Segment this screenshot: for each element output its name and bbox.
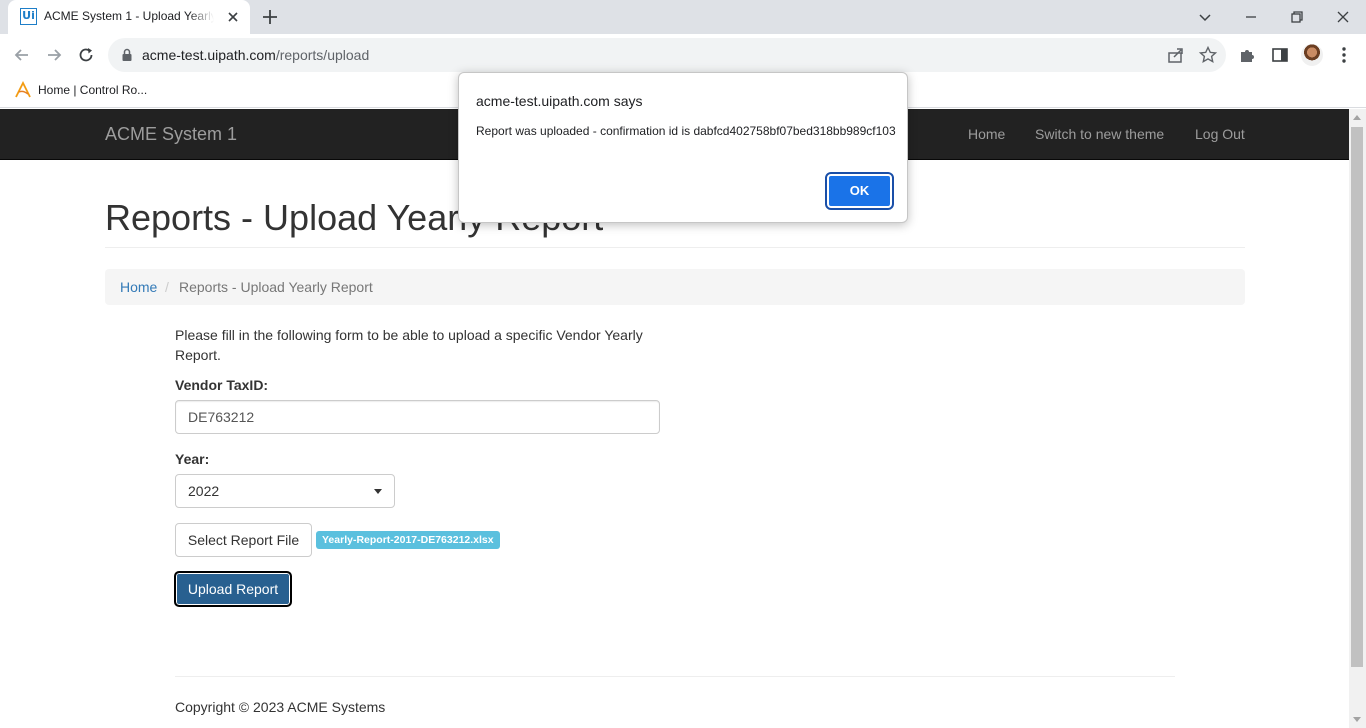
bookmark-home-control-room[interactable]: Home | Control Ro... — [38, 83, 147, 97]
control-room-bookmark-icon — [15, 81, 31, 98]
form-intro-text: Please fill in the following form to be … — [175, 327, 643, 363]
breadcrumb: Home / Reports - Upload Yearly Report — [105, 269, 1245, 305]
close-window-icon[interactable] — [1332, 6, 1354, 28]
url-text[interactable]: acme-test.uipath.com/reports/upload — [142, 47, 369, 63]
footer-divider — [175, 676, 1175, 677]
footer-copyright: Copyright © 2023 ACME Systems — [175, 699, 386, 715]
scrollbar-thumb[interactable] — [1351, 127, 1363, 667]
upload-report-button[interactable]: Upload Report — [174, 571, 292, 607]
year-selected-value: 2022 — [188, 483, 220, 499]
select-report-file-button[interactable]: Select Report File — [175, 523, 312, 557]
title-divider — [105, 247, 1245, 248]
restore-icon[interactable] — [1286, 6, 1308, 28]
browser-tabstrip: Ui ACME System 1 - Upload Yearly Report — [0, 0, 1366, 34]
navbar-brand[interactable]: ACME System 1 — [105, 124, 237, 145]
scroll-up-arrow-icon[interactable] — [1353, 115, 1361, 120]
browser-toolbar: acme-test.uipath.com/reports/upload — [0, 34, 1366, 76]
share-icon[interactable] — [1166, 45, 1186, 65]
new-tab-icon[interactable] — [259, 6, 281, 28]
profile-avatar[interactable] — [1301, 44, 1323, 66]
caret-down-icon — [374, 489, 382, 494]
scroll-down-arrow-icon[interactable] — [1353, 717, 1361, 722]
breadcrumb-separator: / — [165, 279, 169, 295]
nav-link-home[interactable]: Home — [968, 126, 1005, 142]
browser-tab[interactable]: Ui ACME System 1 - Upload Yearly Report — [8, 0, 250, 34]
breadcrumb-home-link[interactable]: Home — [120, 279, 157, 295]
dialog-message: Report was uploaded - confirmation id is… — [476, 124, 896, 138]
nav-link-logout[interactable]: Log Out — [1195, 126, 1245, 142]
tab-search-chevron-icon[interactable] — [1194, 6, 1216, 28]
address-bar[interactable]: acme-test.uipath.com/reports/upload — [108, 38, 1226, 72]
minimize-icon[interactable] — [1240, 6, 1262, 28]
url-host: acme-test.uipath.com — [142, 47, 276, 63]
nav-link-switch-theme[interactable]: Switch to new theme — [1035, 126, 1164, 142]
back-arrow-icon[interactable] — [11, 44, 33, 66]
breadcrumb-current: Reports - Upload Yearly Report — [179, 279, 373, 295]
vendor-taxid-input[interactable]: DE763212 — [175, 400, 660, 434]
url-path: /reports/upload — [275, 47, 370, 63]
alert-dialog: acme-test.uipath.com says Report was upl… — [458, 72, 908, 223]
reload-icon[interactable] — [75, 44, 97, 66]
side-panel-icon[interactable] — [1269, 44, 1291, 66]
uipath-favicon-icon: Ui — [20, 8, 37, 25]
more-menu-icon[interactable] — [1333, 44, 1355, 66]
extensions-puzzle-icon[interactable] — [1237, 44, 1259, 66]
close-tab-icon[interactable] — [224, 8, 242, 26]
page-scrollbar[interactable] — [1349, 109, 1366, 728]
vendor-taxid-label: Vendor TaxID: — [175, 377, 269, 393]
dialog-ok-button[interactable]: OK — [825, 172, 894, 210]
forward-arrow-icon[interactable] — [43, 44, 65, 66]
lock-icon[interactable] — [120, 48, 134, 62]
tab-title: ACME System 1 - Upload Yearly Report — [44, 9, 214, 23]
selected-file-badge: Yearly-Report-2017-DE763212.xlsx — [316, 531, 500, 549]
year-select[interactable]: 2022 — [175, 474, 395, 508]
dialog-title: acme-test.uipath.com says — [476, 93, 643, 109]
bookmark-star-icon[interactable] — [1198, 45, 1218, 65]
year-label: Year: — [175, 451, 210, 467]
